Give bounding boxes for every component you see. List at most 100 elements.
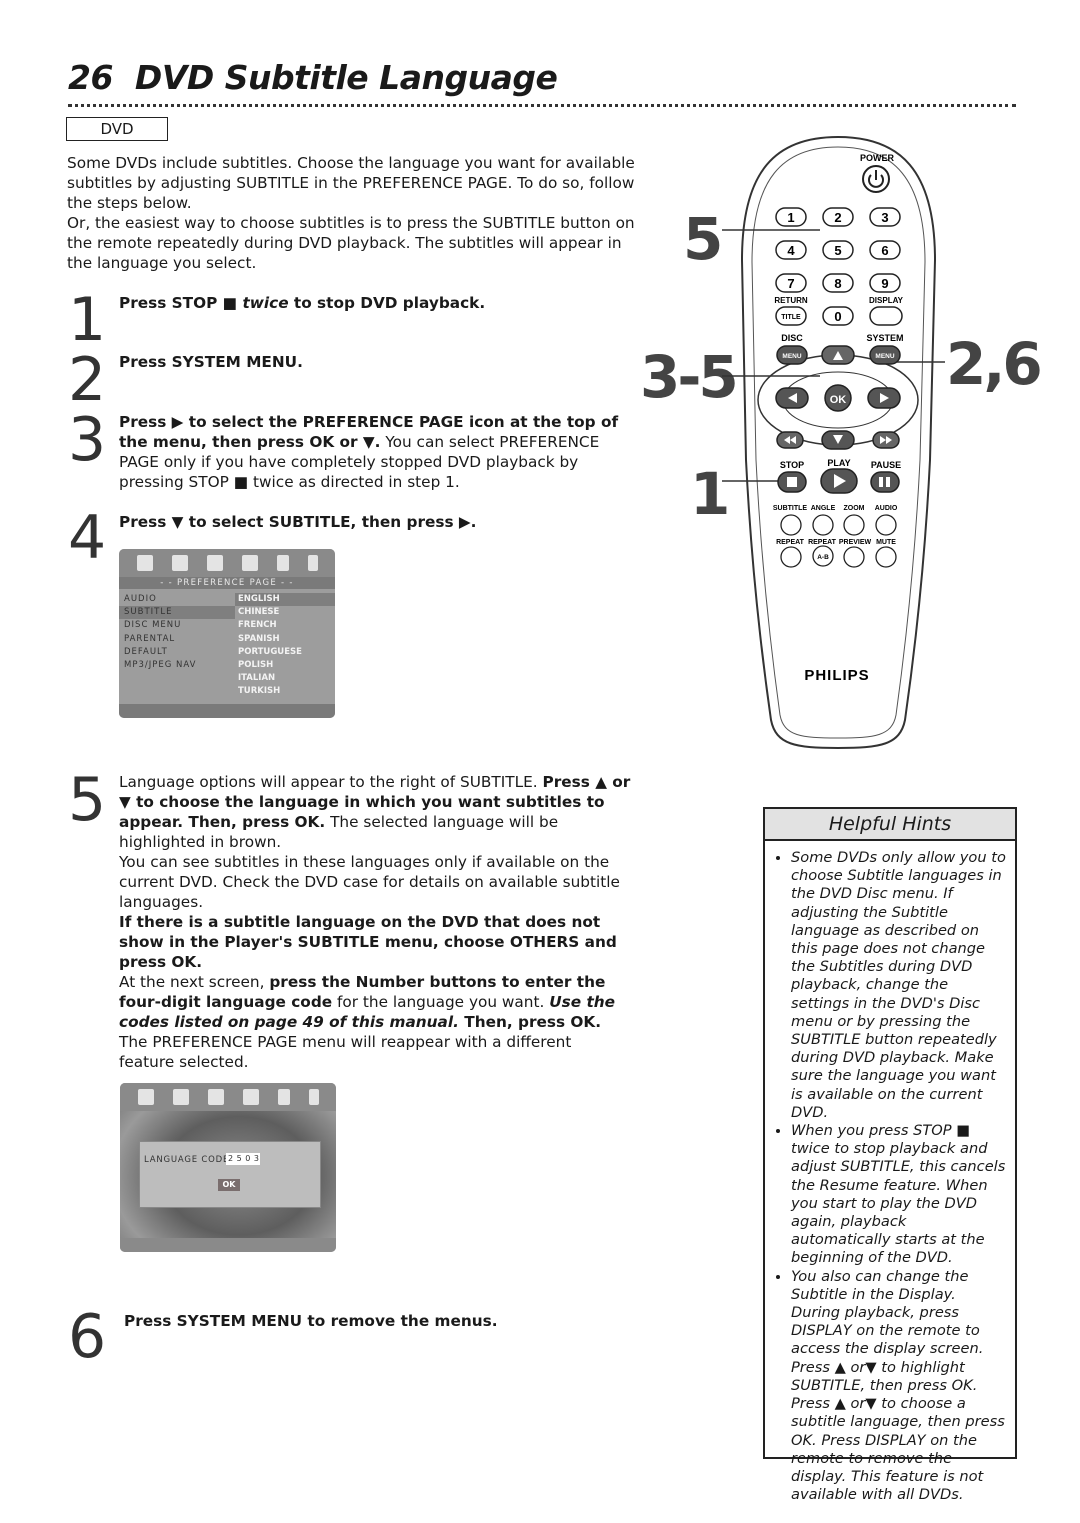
angle-button[interactable] (812, 514, 834, 536)
repeat-ab-label: REPEAT (808, 539, 837, 546)
menu-label: MENU (782, 353, 801, 360)
mute-label: MUTE (876, 539, 896, 546)
menu-icon-bar (120, 1083, 336, 1111)
digit-button-0[interactable]: 0 (822, 306, 854, 326)
digit-label: 0 (834, 309, 841, 324)
ok-button[interactable]: OK (824, 384, 852, 412)
ok-button[interactable]: OK (218, 1179, 240, 1191)
hint-item: When you press STOP ■ twice to stop play… (791, 1122, 1009, 1268)
digit-label: 9 (881, 276, 888, 291)
play-label: PLAY (827, 458, 850, 468)
subtitle-label: SUBTITLE (773, 505, 808, 512)
digit-label: 4 (787, 243, 795, 258)
lock-icon (277, 1089, 290, 1105)
digit-label: 1 (787, 210, 794, 225)
digit-label: 5 (834, 243, 841, 258)
pause-button[interactable] (870, 471, 900, 493)
power-button[interactable] (862, 165, 890, 193)
stop-label: STOP (780, 460, 804, 470)
digit-button-2[interactable]: 2 (822, 207, 854, 227)
general-setup-icon (137, 1089, 154, 1105)
disc-label: DISC (781, 333, 803, 343)
step-5-paragraph: If there is a subtitle language on the D… (119, 912, 631, 972)
hint-item: Some DVDs only allow you to choose Subti… (791, 849, 1009, 1122)
subtitle-button[interactable] (780, 514, 802, 536)
system-menu-button[interactable]: MENU (869, 345, 901, 365)
digit-button-1[interactable]: 1 (775, 207, 807, 227)
text-segment: Language options will appear to the righ… (119, 773, 543, 791)
audio-label: AUDIO (875, 505, 898, 512)
hints-list: Some DVDs only allow you to choose Subti… (765, 849, 1015, 1504)
repeat-button[interactable] (780, 546, 802, 568)
play-button[interactable] (820, 468, 858, 494)
pause-label: PAUSE (871, 460, 901, 470)
step-5-paragraph: You can see subtitles in these languages… (119, 852, 631, 912)
text-segment: Press SYSTEM MENU to remove the menus. (124, 1312, 498, 1330)
up-button[interactable] (821, 345, 855, 365)
system-label: SYSTEM (866, 333, 903, 343)
text-segment: The PREFERENCE PAGE menu will reappear w… (119, 1033, 572, 1071)
remote-control: POWER 1 2 3 4 5 6 7 8 9 RETURN DISPLAY TITLE 0 D… (722, 135, 945, 750)
digit-button-9[interactable]: 9 (869, 273, 901, 293)
ab-label: A-B (817, 554, 829, 561)
step-5-text: Language options will appear to the righ… (119, 772, 631, 1072)
return-label: RETURN (774, 296, 808, 305)
text-segment: Then, press OK. (458, 1013, 602, 1031)
step-5-paragraph: Language options will appear to the righ… (119, 772, 631, 852)
ok-label: OK (830, 394, 847, 406)
down-button[interactable] (821, 430, 855, 450)
exit-icon (308, 1089, 319, 1105)
right-button[interactable] (867, 387, 901, 409)
digit-button-6[interactable]: 6 (869, 240, 901, 260)
audio-button[interactable] (875, 514, 897, 536)
language-code-input[interactable]: 2 5 0 3 (226, 1153, 260, 1165)
zoom-button[interactable] (843, 514, 865, 536)
hints-title: Helpful Hints (765, 809, 1015, 841)
mute-button[interactable] (875, 546, 897, 568)
digit-label: 8 (834, 276, 841, 291)
helpful-hints-box: Helpful Hints Some DVDs only allow you t… (763, 807, 1017, 1503)
step-number: 6 (68, 1302, 107, 1372)
text-segment: At the next screen, (119, 973, 270, 991)
language-code-label: LANGUAGE CODE (144, 1155, 230, 1165)
video-setup-icon (207, 1089, 224, 1105)
power-label: POWER (860, 153, 895, 163)
step-6-text: Press SYSTEM MENU to remove the menus. (124, 1311, 624, 1331)
repeat-ab-button[interactable]: A-B (812, 545, 834, 567)
philips-logo: PHILIPS (804, 667, 869, 684)
step-number: 5 (68, 765, 107, 835)
step-5-paragraph: At the next screen, press the Number but… (119, 972, 631, 1072)
zoom-label: ZOOM (844, 505, 865, 512)
preview-label: PREVIEW (839, 539, 872, 546)
title-button[interactable]: TITLE (775, 306, 807, 326)
title-button-label: TITLE (781, 314, 801, 321)
digit-button-3[interactable]: 3 (869, 207, 901, 227)
digit-button-7[interactable]: 7 (775, 273, 807, 293)
hint-item: You also can change the Subtitle in the … (791, 1268, 1009, 1505)
angle-label: ANGLE (811, 505, 836, 512)
language-code-dialog: LANGUAGE CODE 2 5 0 3 OK (139, 1141, 321, 1208)
disc-menu-button[interactable]: MENU (776, 345, 808, 365)
repeat-label: REPEAT (776, 539, 805, 546)
display-button[interactable] (869, 306, 903, 326)
text-segment: for the language you want. (332, 993, 550, 1011)
digit-button-8[interactable]: 8 (822, 273, 854, 293)
display-label: DISPLAY (869, 296, 904, 305)
preview-button[interactable] (843, 546, 865, 568)
digit-label: 2 (834, 210, 841, 225)
digit-button-5[interactable]: 5 (822, 240, 854, 260)
digit-label: 3 (881, 210, 888, 225)
digit-button-4[interactable]: 4 (775, 240, 807, 260)
text-segment: You can see subtitles in these languages… (119, 853, 620, 911)
preference-page-icon (242, 1089, 259, 1105)
digit-label: 6 (881, 243, 888, 258)
left-button[interactable] (775, 387, 809, 409)
stop-button[interactable] (777, 471, 807, 493)
next-button[interactable] (872, 431, 900, 449)
text-segment: If there is a subtitle language on the D… (119, 913, 617, 971)
previous-button[interactable] (776, 431, 804, 449)
menu-footer (120, 1238, 336, 1252)
language-code-screenshot: LANGUAGE CODE 2 5 0 3 OK (120, 1083, 336, 1252)
menu-label: MENU (875, 353, 894, 360)
audio-setup-icon (172, 1089, 189, 1105)
